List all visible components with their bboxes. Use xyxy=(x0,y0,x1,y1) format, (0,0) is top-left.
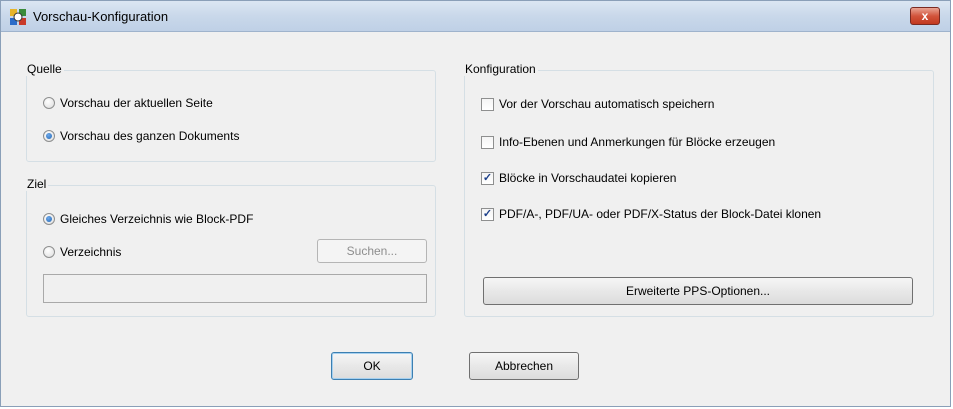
radio-label: Vorschau der aktuellen Seite xyxy=(60,96,213,110)
advanced-pps-options-button[interactable]: Erweiterte PPS-Optionen... xyxy=(483,277,913,305)
radio-same-directory[interactable]: Gleiches Verzeichnis wie Block-PDF xyxy=(43,212,253,226)
directory-path-field[interactable] xyxy=(43,274,427,303)
window-title: Vorschau-Konfiguration xyxy=(33,9,169,24)
close-button[interactable]: x xyxy=(910,7,940,25)
checkbox-auto-save[interactable]: Vor der Vorschau automatisch speichern xyxy=(481,97,714,111)
radio-whole-document[interactable]: Vorschau des ganzen Dokuments xyxy=(43,129,239,143)
checkbox-label: Blöcke in Vorschaudatei kopieren xyxy=(499,171,677,185)
group-quelle-label: Quelle xyxy=(25,62,64,76)
group-quelle: Quelle Vorschau der aktuellen Seite Vors… xyxy=(25,62,436,162)
radio-label: Verzeichnis xyxy=(60,245,122,259)
app-icon xyxy=(10,9,26,25)
checkbox-icon[interactable] xyxy=(481,135,494,149)
group-konfiguration: Konfiguration Vor der Vorschau automatis… xyxy=(463,62,934,317)
checkbox-label: Vor der Vorschau automatisch speichern xyxy=(499,97,715,111)
checkbox-info-layers[interactable]: Info-Ebenen und Anmerkungen für Blöcke e… xyxy=(481,135,775,149)
checkbox-icon[interactable]: ✓ xyxy=(481,207,494,221)
checkbox-icon[interactable]: ✓ xyxy=(481,171,494,185)
title-bar[interactable]: Vorschau-Konfiguration x xyxy=(1,1,950,32)
close-icon: x xyxy=(921,9,929,23)
search-button[interactable]: Suchen... xyxy=(317,239,427,263)
checkbox-clone-pdf-status[interactable]: ✓ PDF/A-, PDF/UA- oder PDF/X-Status der … xyxy=(481,207,821,221)
checkbox-copy-blocks[interactable]: ✓ Blöcke in Vorschaudatei kopieren xyxy=(481,171,676,185)
radio-label: Vorschau des ganzen Dokuments xyxy=(60,129,240,143)
radio-icon[interactable] xyxy=(43,97,55,109)
cancel-button[interactable]: Abbrechen xyxy=(469,352,579,380)
checkbox-label: Info-Ebenen und Anmerkungen für Blöcke e… xyxy=(499,135,776,149)
group-konfiguration-label: Konfiguration xyxy=(463,62,538,76)
ok-button[interactable]: OK xyxy=(331,352,413,380)
checkbox-icon[interactable] xyxy=(481,97,494,111)
checkbox-label: PDF/A-, PDF/UA- oder PDF/X-Status der Bl… xyxy=(499,207,822,221)
group-ziel-label: Ziel xyxy=(25,177,49,191)
radio-icon[interactable] xyxy=(43,246,55,258)
dialog-window: Vorschau-Konfiguration x Quelle Vorschau… xyxy=(0,0,951,407)
radio-directory[interactable]: Verzeichnis xyxy=(43,245,121,259)
radio-icon[interactable] xyxy=(43,130,55,142)
radio-current-page[interactable]: Vorschau der aktuellen Seite xyxy=(43,96,213,110)
dialog-body: Quelle Vorschau der aktuellen Seite Vors… xyxy=(9,32,942,398)
radio-label: Gleiches Verzeichnis wie Block-PDF xyxy=(60,212,254,226)
radio-icon[interactable] xyxy=(43,213,55,225)
group-ziel: Ziel Gleiches Verzeichnis wie Block-PDF … xyxy=(25,177,436,317)
